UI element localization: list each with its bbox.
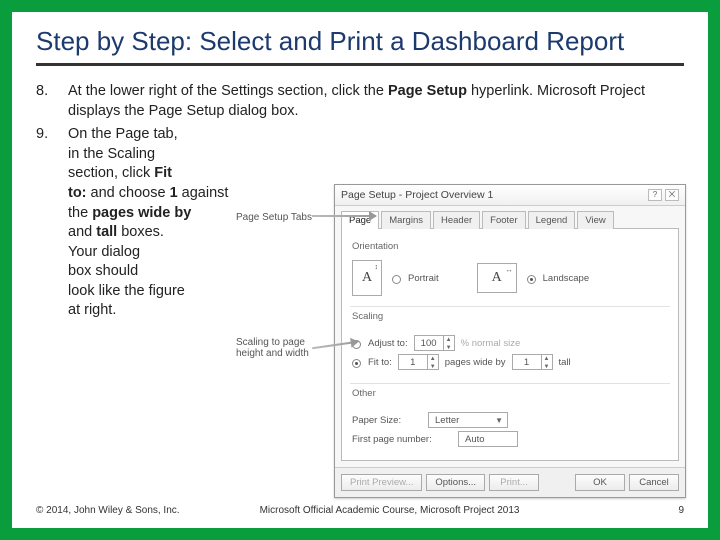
footer-page-number: 9 [678,505,684,516]
other-label: Other [352,388,670,399]
callout-page-setup-tabs: Page Setup Tabs [236,212,312,223]
page-setup-dialog: Page Setup - Project Overview 1 ? ⨉ Page… [334,184,686,498]
step-number: 8. [36,82,68,121]
tab-footer[interactable]: Footer [482,211,525,229]
ok-button[interactable]: OK [575,474,625,491]
landscape-icon: A↔ [477,263,517,293]
slide-title: Step by Step: Select and Print a Dashboa… [36,26,684,57]
callout-scaling: Scaling to page height and width [236,337,309,359]
orientation-label: Orientation [352,241,670,252]
dialog-tabs: Page Margins Header Footer Legend View [335,206,685,228]
first-page-label: First page number: [352,434,452,445]
slide-frame: Step by Step: Select and Print a Dashboa… [0,0,720,540]
tab-view[interactable]: View [577,211,613,229]
tab-legend[interactable]: Legend [528,211,576,229]
cancel-button[interactable]: Cancel [629,474,679,491]
fit-wide-spinner[interactable]: 1▲▼ [398,354,439,370]
print-preview-button[interactable]: Print Preview... [341,474,422,491]
footer-course: Microsoft Official Academic Course, Micr… [260,505,520,516]
scaling-label: Scaling [352,311,670,322]
dialog-title: Page Setup - Project Overview 1 [341,189,645,201]
adjust-to-radio[interactable]: Adjust to: [352,338,408,349]
portrait-radio[interactable]: Portrait [392,273,439,284]
landscape-radio[interactable]: Landscape [527,273,589,284]
title-rule [36,63,684,66]
step-number: 9. [36,125,68,321]
first-page-input[interactable]: Auto [458,431,518,447]
fit-to-radio[interactable]: Fit to: [352,357,392,368]
options-button[interactable]: Options... [426,474,485,491]
close-button[interactable]: ⨉ [665,189,679,201]
print-button[interactable]: Print... [489,474,539,491]
paper-size-select[interactable]: Letter▼ [428,412,508,428]
step-8: 8. At the lower right of the Settings se… [36,82,684,121]
tab-header[interactable]: Header [433,211,480,229]
fit-tall-spinner[interactable]: 1▲▼ [512,354,553,370]
footer-copyright: © 2014, John Wiley & Sons, Inc. [36,505,180,516]
tab-margins[interactable]: Margins [381,211,431,229]
arrow-icon [312,215,376,217]
help-button[interactable]: ? [648,189,662,201]
portrait-icon: A↕ [352,260,382,296]
adjust-to-spinner[interactable]: 100▲▼ [414,335,455,351]
chevron-down-icon: ▼ [495,416,503,425]
paper-size-label: Paper Size: [352,415,422,426]
slide-footer: © 2014, John Wiley & Sons, Inc. Microsof… [36,505,684,516]
